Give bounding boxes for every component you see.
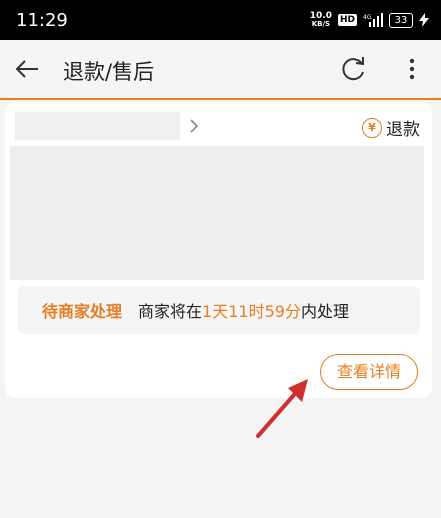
refresh-icon[interactable]: [338, 54, 368, 84]
refund-status-box: 待商家处理 商家将在1天11时59分内处理: [18, 286, 420, 334]
view-details-button[interactable]: 查看详情: [320, 354, 418, 390]
refund-label: 退款: [386, 120, 420, 140]
status-time: 11:29: [16, 10, 68, 31]
status-label: 待商家处理: [42, 302, 123, 321]
status-desc-after: 内处理: [300, 302, 349, 321]
page-header: 退款/售后: [0, 40, 441, 100]
hd-badge: HD: [337, 14, 357, 26]
charging-bolt-icon: [419, 13, 429, 27]
network-speed-value: 10.0: [309, 11, 332, 21]
signal-icon: 4G: [363, 13, 383, 27]
status-deadline: 1天11时59分: [202, 302, 301, 321]
yen-refund-icon: ¥: [362, 117, 382, 138]
network-speed-unit: KB/S: [311, 20, 331, 28]
page-title: 退款/售后: [63, 60, 155, 84]
back-arrow-icon[interactable]: [12, 54, 42, 84]
battery-icon: 33: [389, 12, 413, 28]
network-speed: 10.0 KB/S: [309, 11, 332, 29]
refund-tag: ¥ 退款: [362, 115, 420, 140]
status-description: 商家将在1天11时59分内处理: [138, 298, 349, 322]
red-pointer-arrow-icon: [256, 379, 308, 438]
chevron-right-icon[interactable]: [187, 116, 201, 136]
product-info-area[interactable]: [10, 146, 424, 280]
shop-name-placeholder[interactable]: [15, 112, 180, 140]
status-icons: 10.0 KB/S HD 4G 33: [310, 12, 429, 28]
status-desc-before: 商家将在: [138, 302, 203, 321]
more-icon[interactable]: [400, 54, 424, 84]
signal-label: 4G: [363, 14, 372, 21]
status-bar: 11:29 10.0 KB/S HD 4G 33: [0, 0, 441, 40]
refund-order-card[interactable]: ¥ 退款 待商家处理 商家将在1天11时59分内处理 查看详情: [5, 102, 432, 398]
